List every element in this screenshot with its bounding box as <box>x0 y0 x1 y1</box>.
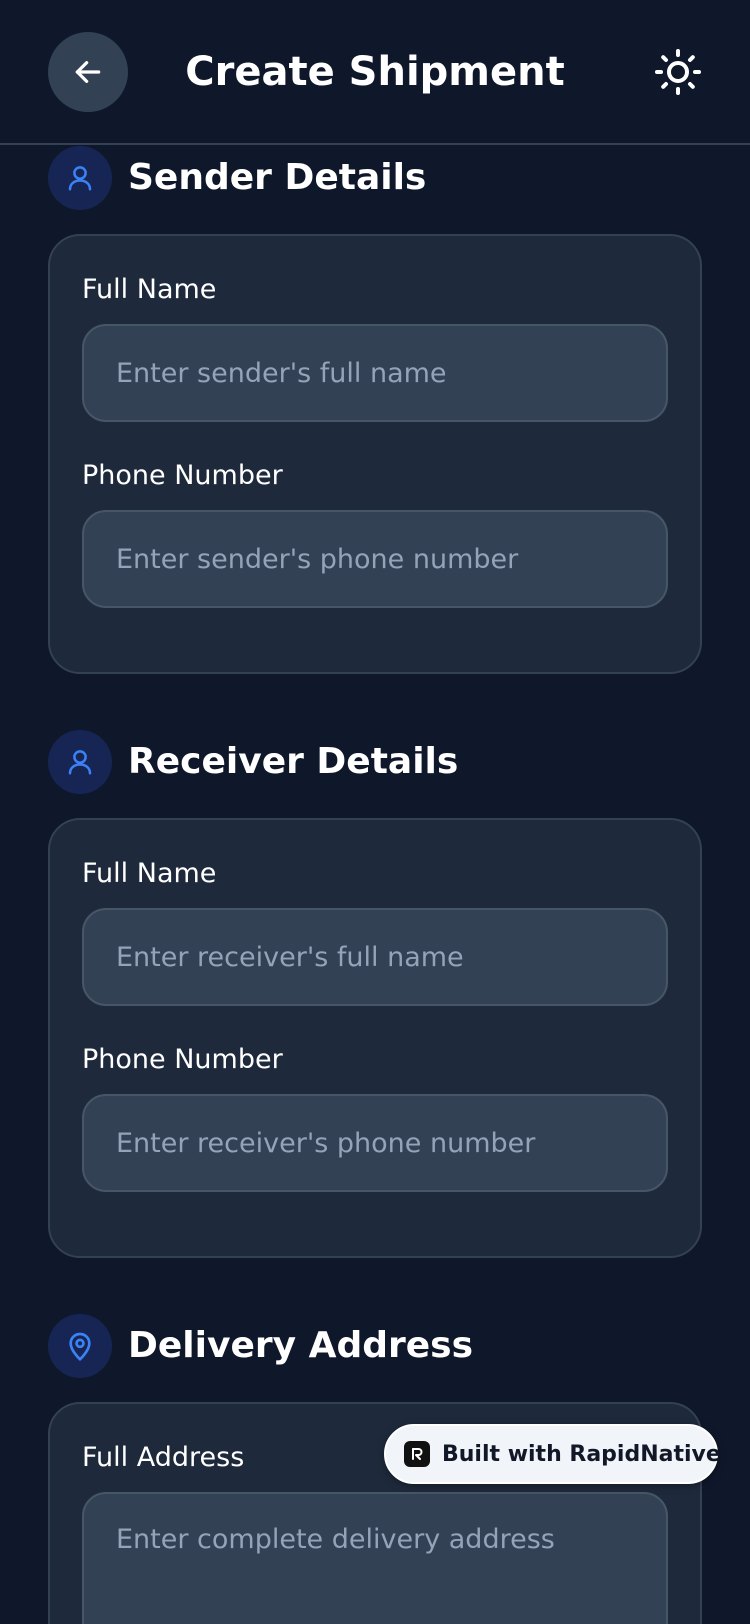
user-icon <box>68 750 92 775</box>
delivery-address-input[interactable] <box>82 1492 668 1624</box>
theme-toggle-button[interactable] <box>652 46 704 98</box>
receiver-phone-input[interactable] <box>82 1094 668 1192</box>
receiver-phone-label: Phone Number <box>82 1044 283 1075</box>
user-icon <box>68 166 92 191</box>
delivery-address-label: Full Address <box>82 1442 245 1473</box>
receiver-card: Full Name Phone Number <box>48 818 702 1258</box>
map-pin-icon <box>69 1332 91 1361</box>
badge-text: Built with RapidNative <box>442 1441 721 1467</box>
sender-card: Full Name Phone Number <box>48 234 702 674</box>
receiver-section-header: Receiver Details <box>48 730 458 794</box>
built-with-badge[interactable]: Built with RapidNative <box>384 1424 721 1484</box>
receiver-section-title: Receiver Details <box>128 741 459 782</box>
sender-name-input[interactable] <box>82 324 668 422</box>
header: Create Shipment <box>0 0 750 145</box>
page-title: Create Shipment <box>185 49 565 95</box>
delivery-section-title: Delivery Address <box>128 1325 474 1366</box>
receiver-name-label: Full Name <box>82 858 217 889</box>
create-shipment-screen: Create Shipment Sender Details Full Name… <box>0 0 750 1624</box>
sun-icon <box>655 49 701 95</box>
sender-phone-label: Phone Number <box>82 460 283 491</box>
sender-phone-input[interactable] <box>82 510 668 608</box>
sender-section-header: Sender Details <box>48 146 426 210</box>
delivery-section-header: Delivery Address <box>48 1314 473 1378</box>
sender-name-label: Full Name <box>82 274 217 305</box>
rapidnative-logo-icon <box>404 1441 430 1467</box>
sender-icon-wrap <box>48 146 112 210</box>
delivery-icon-wrap <box>48 1314 112 1378</box>
sender-section-title: Sender Details <box>128 157 427 198</box>
receiver-name-input[interactable] <box>82 908 668 1006</box>
receiver-icon-wrap <box>48 730 112 794</box>
